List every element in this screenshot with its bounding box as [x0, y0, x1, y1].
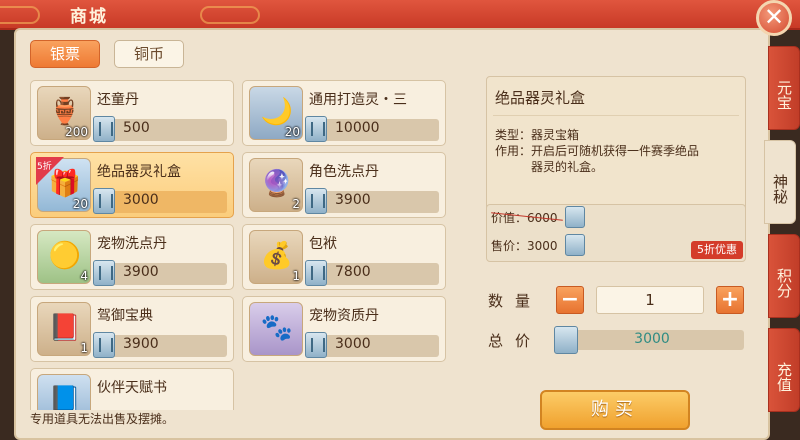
item-price: 3900	[123, 336, 159, 352]
item-icon-frame: 🔮 2	[249, 158, 303, 212]
item-grid: 🏺 200 还童丹 500 🌙 20 通用打造灵・三 10000 �	[30, 80, 450, 410]
item-stock: 20	[284, 125, 300, 139]
price-info: 价值：6000 售价：3000 5折优惠	[486, 204, 746, 262]
detail-item-name: 绝品器灵礼盒	[495, 89, 586, 107]
shop-item[interactable]: 🟡 4 宠物洗点丹 3900	[30, 224, 234, 290]
silver-note-icon	[305, 116, 327, 142]
detail-type: 类型：器灵宝箱	[495, 128, 580, 142]
item-price: 500	[123, 120, 150, 136]
silver-note-icon	[93, 260, 115, 286]
side-tab-yuanbao[interactable]: 元宝	[768, 46, 800, 130]
item-price-bar: 3900	[305, 188, 439, 214]
item-price-bar: 500	[93, 116, 227, 142]
item-name: 绝品器灵礼盒	[97, 164, 181, 180]
item-name: 驾御宝典	[97, 308, 153, 324]
banner-ornament-left	[0, 6, 40, 24]
silver-note-icon	[305, 332, 327, 358]
item-price-bar: 3000	[305, 332, 439, 358]
yellow-orb-icon: 🟡	[48, 241, 82, 271]
bundle-bag-icon: 💰	[260, 241, 294, 271]
total-price-bar: 3000	[554, 326, 744, 354]
total-price-value: 3000	[634, 331, 670, 347]
silver-note-icon	[305, 260, 327, 286]
tab-silver-notes[interactable]: 银票	[30, 40, 100, 68]
silver-note-icon	[93, 116, 115, 142]
shop-item-selected[interactable]: 🎁 5折 20 绝品器灵礼盒 3000	[30, 152, 234, 218]
shop-panel: 银票 铜币 🏺 200 还童丹 500 🌙 20 通用打造灵・三 10000 🎁…	[14, 28, 770, 440]
item-stock: 4	[80, 269, 88, 283]
item-price: 3000	[335, 336, 371, 352]
item-price: 10000	[335, 120, 380, 136]
silver-note-icon	[565, 234, 585, 256]
item-icon-frame: 🌙 20	[249, 86, 303, 140]
silver-note-icon	[305, 188, 327, 214]
item-stock: 1	[292, 269, 300, 283]
silver-note-icon	[93, 188, 115, 214]
item-icon-frame: 📕 1	[37, 302, 91, 356]
banner-ornament-right	[200, 6, 260, 24]
side-tab-recharge[interactable]: 充值	[768, 328, 800, 412]
shop-item[interactable]: 🔮 2 角色洗点丹 3900	[242, 152, 446, 218]
total-label: 总价	[488, 332, 543, 350]
quantity-field[interactable]: 1	[596, 286, 704, 314]
side-tab-points[interactable]: 积分	[768, 234, 800, 318]
item-price: 7800	[335, 264, 371, 280]
item-price-bar: 10000	[305, 116, 439, 142]
paw-orb-icon: 🐾	[260, 313, 294, 343]
item-icon-frame: 🏺 200	[37, 86, 91, 140]
item-price-bar: 3000	[93, 188, 227, 214]
item-price-bar: 3900	[93, 332, 227, 358]
footnote: 专用道具无法出售及摆摊。	[30, 412, 175, 426]
item-price: 3900	[123, 264, 159, 280]
item-price-bar: 7800	[305, 260, 439, 286]
item-icon-frame: 🟡 4	[37, 230, 91, 284]
shop-item[interactable]: 🏺 200 还童丹 500	[30, 80, 234, 146]
shop-title: 商城	[70, 7, 108, 27]
sale-price: 售价：3000	[491, 239, 558, 253]
sale-badge: 5折优惠	[691, 241, 743, 259]
talent-book-icon: 📘	[48, 385, 82, 410]
item-name: 还童丹	[97, 92, 139, 108]
item-price: 3000	[123, 192, 159, 208]
item-icon-frame: 📘	[37, 374, 91, 410]
shop-item[interactable]: 🐾 宠物资质丹 3000	[242, 296, 446, 362]
detail-divider	[493, 115, 739, 116]
item-name: 宠物资质丹	[309, 308, 379, 324]
quantity-label: 数量	[488, 292, 543, 310]
purple-orb-icon: 🔮	[260, 169, 294, 199]
shop-item[interactable]: 📘 伙伴天赋书	[30, 368, 234, 410]
close-button[interactable]: ✕	[756, 0, 792, 36]
item-name: 伙伴天赋书	[97, 380, 167, 396]
detail-use: 作用：开启后可随机获得一件赛季绝品	[495, 144, 700, 158]
item-price-bar: 3900	[93, 260, 227, 286]
item-stock: 1	[80, 341, 88, 355]
item-price: 3900	[335, 192, 371, 208]
item-stock: 20	[72, 197, 88, 211]
book-icon: 📕	[48, 313, 82, 343]
item-name: 宠物洗点丹	[97, 236, 167, 252]
shop-item[interactable]: 💰 1 包袱 7800	[242, 224, 446, 290]
increase-quantity-button[interactable]: +	[716, 286, 744, 314]
item-name: 角色洗点丹	[309, 164, 379, 180]
silver-note-icon	[93, 332, 115, 358]
item-icon-frame: 🎁 5折 20	[36, 157, 91, 212]
close-icon: ✕	[763, 3, 785, 31]
shop-item[interactable]: 🌙 20 通用打造灵・三 10000	[242, 80, 446, 146]
tab-copper-coins[interactable]: 铜币	[114, 40, 184, 68]
title-bar: 商城	[0, 0, 800, 30]
detail-use-cont: 器灵的礼盒。	[531, 160, 604, 174]
buy-button[interactable]: 购买	[540, 390, 690, 430]
item-icon-frame: 💰 1	[249, 230, 303, 284]
item-stock: 2	[292, 197, 300, 211]
shop-item[interactable]: 📕 1 驾御宝典 3900	[30, 296, 234, 362]
silver-note-icon	[565, 206, 585, 228]
item-name: 通用打造灵・三	[309, 92, 407, 108]
item-name: 包袱	[309, 236, 337, 252]
decrease-quantity-button[interactable]: −	[556, 286, 584, 314]
side-tab-mystery[interactable]: 神秘	[764, 140, 796, 224]
item-stock: 200	[65, 125, 88, 139]
item-icon-frame: 🐾	[249, 302, 303, 356]
